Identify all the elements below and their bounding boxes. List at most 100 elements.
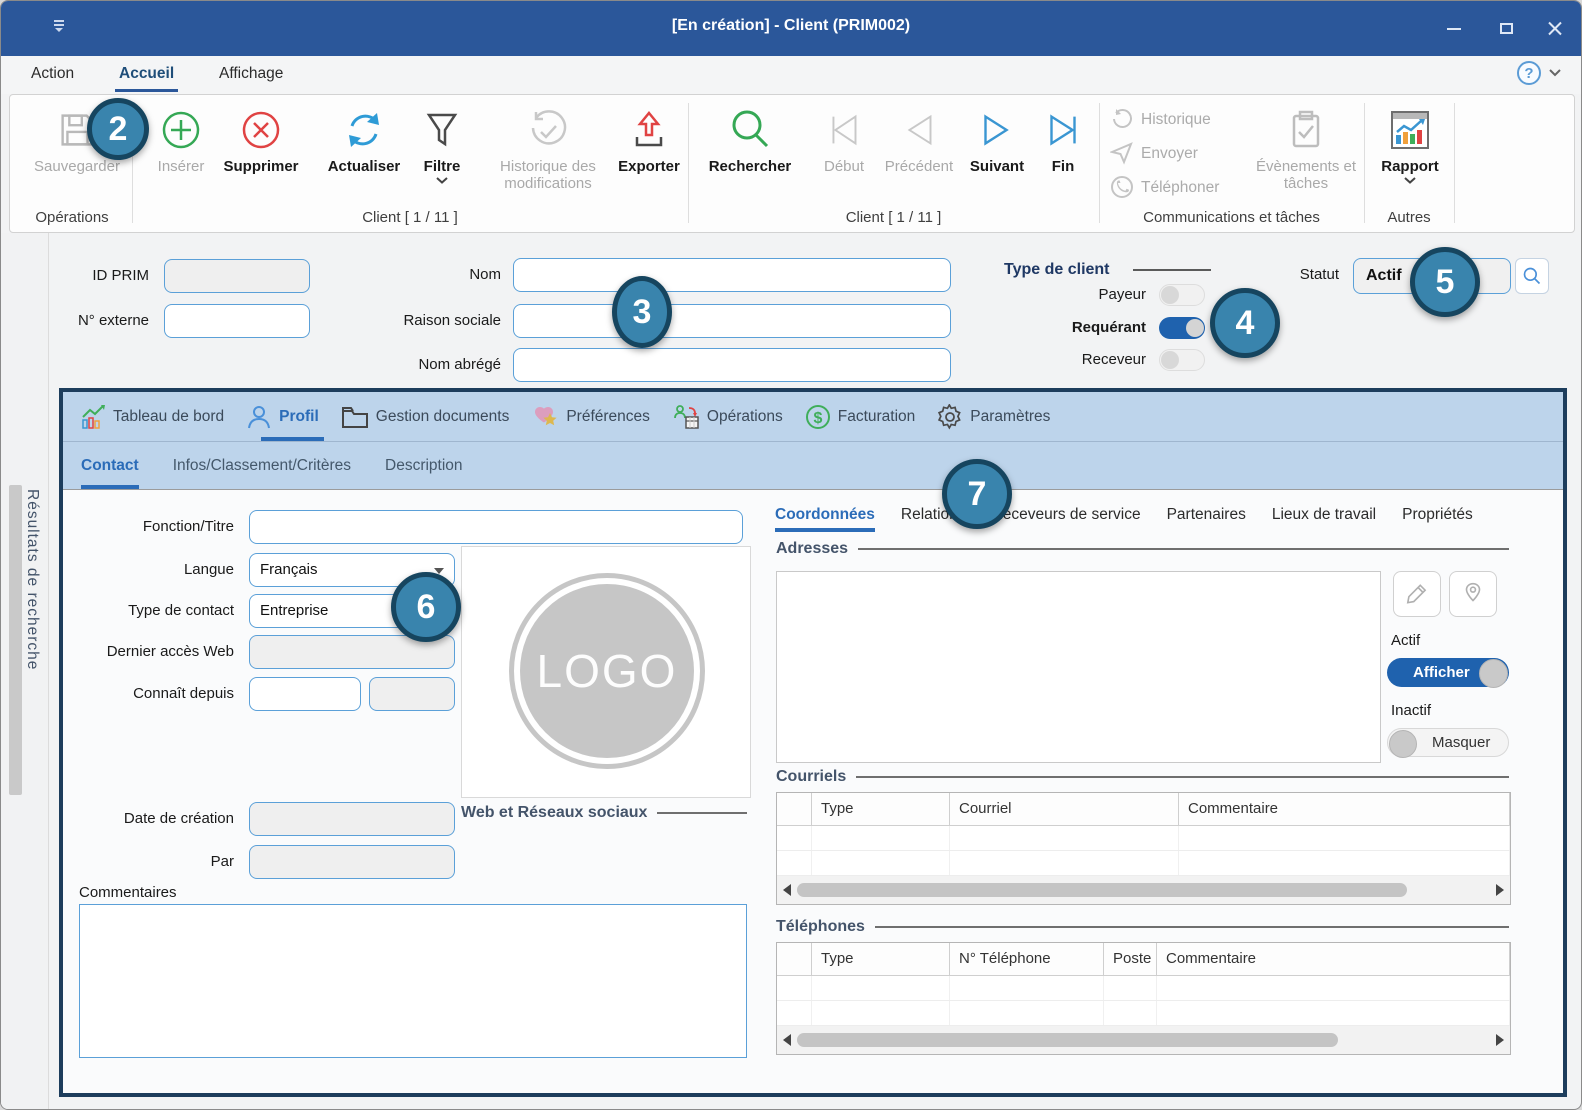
chevron-down-icon <box>1404 177 1416 184</box>
table-row[interactable] <box>777 851 1510 876</box>
telephones-table[interactable]: Type N° Téléphone Poste Commentaire <box>776 942 1511 1055</box>
requerant-toggle[interactable] <box>1159 317 1205 339</box>
refresh-button[interactable]: Actualiser <box>320 102 408 202</box>
table-row[interactable] <box>777 826 1510 851</box>
search-results-label: Résultats de recherche <box>23 489 41 670</box>
report-button[interactable]: Rapport <box>1370 102 1450 202</box>
telephones-header: Téléphones <box>776 918 1509 936</box>
rtab-receveurs[interactable]: Receveurs de service <box>992 500 1141 530</box>
subtab-contact[interactable]: Contact <box>81 442 139 489</box>
tab-gestion-documents[interactable]: Gestion documents <box>330 392 521 441</box>
scroll-right-icon[interactable] <box>1496 884 1504 896</box>
edit-address-button[interactable] <box>1393 571 1441 617</box>
map-pin-icon <box>1460 581 1486 607</box>
phone-icon <box>1110 175 1134 199</box>
close-button[interactable] <box>1531 1 1577 56</box>
statut-search-button[interactable] <box>1515 258 1549 294</box>
subtab-infos[interactable]: Infos/Classement/Critères <box>173 442 351 489</box>
tab-operations[interactable]: Opérations <box>661 392 794 441</box>
filter-button[interactable]: Filtre <box>410 102 474 202</box>
payeur-toggle[interactable] <box>1159 284 1205 306</box>
scroll-left-icon[interactable] <box>783 884 791 896</box>
filter-icon <box>418 102 466 158</box>
section-line <box>1133 269 1211 271</box>
nav-last-button[interactable]: Fin <box>1036 102 1090 202</box>
chevron-down-icon[interactable] <box>1549 69 1561 77</box>
raison-field[interactable] <box>513 304 951 338</box>
adresses-list[interactable] <box>776 571 1381 763</box>
tab-tableau-de-bord[interactable]: Tableau de bord <box>69 392 235 441</box>
callout-badge-7: 7 <box>942 459 1012 529</box>
rtab-coordonnees[interactable]: Coordonnées <box>775 500 875 530</box>
date-creation-label: Date de création <box>83 802 234 836</box>
nav-previous-button[interactable]: Précédent <box>874 102 964 202</box>
table-row[interactable] <box>777 976 1510 1001</box>
history-modifications-button[interactable]: Historique des modifications <box>486 102 610 202</box>
tab-preferences[interactable]: Préférences <box>520 392 661 441</box>
requerant-label: Requérant <box>1006 311 1146 345</box>
tab-label: Opérations <box>707 408 783 426</box>
nav-next-icon <box>974 102 1020 158</box>
main-tabs: Tableau de bord Profil Gestion documents… <box>63 392 1563 442</box>
delete-button[interactable]: Supprimer <box>214 102 308 202</box>
telephones-table-header: Type N° Téléphone Poste Commentaire <box>777 943 1510 976</box>
rtab-lieux[interactable]: Lieux de travail <box>1272 500 1376 530</box>
documents-icon <box>341 405 369 429</box>
tab-facturation[interactable]: $ Facturation <box>794 392 927 441</box>
search-results-side-tab[interactable]: Résultats de recherche <box>1 233 49 1109</box>
scroll-left-icon[interactable] <box>783 1034 791 1046</box>
ribbon: Sauvegarder Opérations Insérer Supprimer… <box>9 94 1575 233</box>
phone-button[interactable]: Téléphoner <box>1110 173 1219 201</box>
connait-depuis-field2[interactable] <box>369 677 455 711</box>
fonction-label: Fonction/Titre <box>83 510 234 544</box>
minimize-button[interactable] <box>1431 1 1477 56</box>
history-button[interactable]: Historique <box>1110 105 1211 133</box>
rtab-proprietes[interactable]: Propriétés <box>1402 500 1473 530</box>
table-row[interactable] <box>777 1001 1510 1026</box>
fonction-field[interactable] <box>249 510 743 544</box>
abrege-field[interactable] <box>513 348 951 382</box>
export-icon <box>625 102 673 158</box>
par-field[interactable] <box>249 845 455 879</box>
afficher-toggle[interactable]: Afficher <box>1387 658 1509 687</box>
subtab-description[interactable]: Description <box>385 442 463 489</box>
par-label: Par <box>83 845 234 879</box>
insert-button[interactable]: Insérer <box>150 102 212 202</box>
maximize-button[interactable] <box>1483 1 1529 56</box>
scroll-right-icon[interactable] <box>1496 1034 1504 1046</box>
events-tasks-button[interactable]: Évènements et tâches <box>1250 102 1362 202</box>
history-modifications-icon <box>524 102 572 158</box>
preferences-icon <box>531 404 559 430</box>
externe-field[interactable] <box>164 304 310 338</box>
menu-tab-accueil[interactable]: Accueil <box>113 56 180 94</box>
commentaires-textarea[interactable] <box>79 904 747 1058</box>
send-button[interactable]: Envoyer <box>1110 139 1198 167</box>
date-creation-field[interactable] <box>249 802 455 836</box>
scroll-thumb[interactable] <box>797 1033 1338 1047</box>
masquer-toggle[interactable]: Masquer <box>1387 728 1509 757</box>
contact-content: Fonction/Titre Langue Français Type de c… <box>63 490 1563 1093</box>
web-section-header: Web et Réseaux sociaux <box>461 804 747 822</box>
nav-first-button[interactable]: Début <box>814 102 874 202</box>
receveur-toggle[interactable] <box>1159 349 1205 371</box>
menu-tab-affichage[interactable]: Affichage <box>213 56 289 94</box>
export-button[interactable]: Exporter <box>610 102 688 202</box>
help-icon[interactable]: ? <box>1517 61 1541 85</box>
nom-field[interactable] <box>513 258 951 292</box>
tab-profil[interactable]: Profil <box>235 392 330 441</box>
tab-parametres[interactable]: Paramètres <box>926 392 1061 441</box>
courriels-table-header: Type Courriel Commentaire <box>777 793 1510 826</box>
id-prim-field[interactable] <box>164 259 310 293</box>
search-button[interactable]: Rechercher <box>700 102 800 202</box>
scroll-thumb[interactable] <box>797 883 1407 897</box>
nav-next-button[interactable]: Suivant <box>964 102 1030 202</box>
adresses-header: Adresses <box>776 540 1509 558</box>
connait-depuis-field[interactable] <box>249 677 361 711</box>
side-tab-bar <box>9 485 22 795</box>
map-address-button[interactable] <box>1449 571 1497 617</box>
rtab-partenaires[interactable]: Partenaires <box>1167 500 1246 530</box>
courriels-hscrollbar[interactable] <box>777 876 1510 904</box>
telephones-hscrollbar[interactable] <box>777 1026 1510 1054</box>
menu-tab-action[interactable]: Action <box>25 56 80 94</box>
courriels-table[interactable]: Type Courriel Commentaire <box>776 792 1511 905</box>
